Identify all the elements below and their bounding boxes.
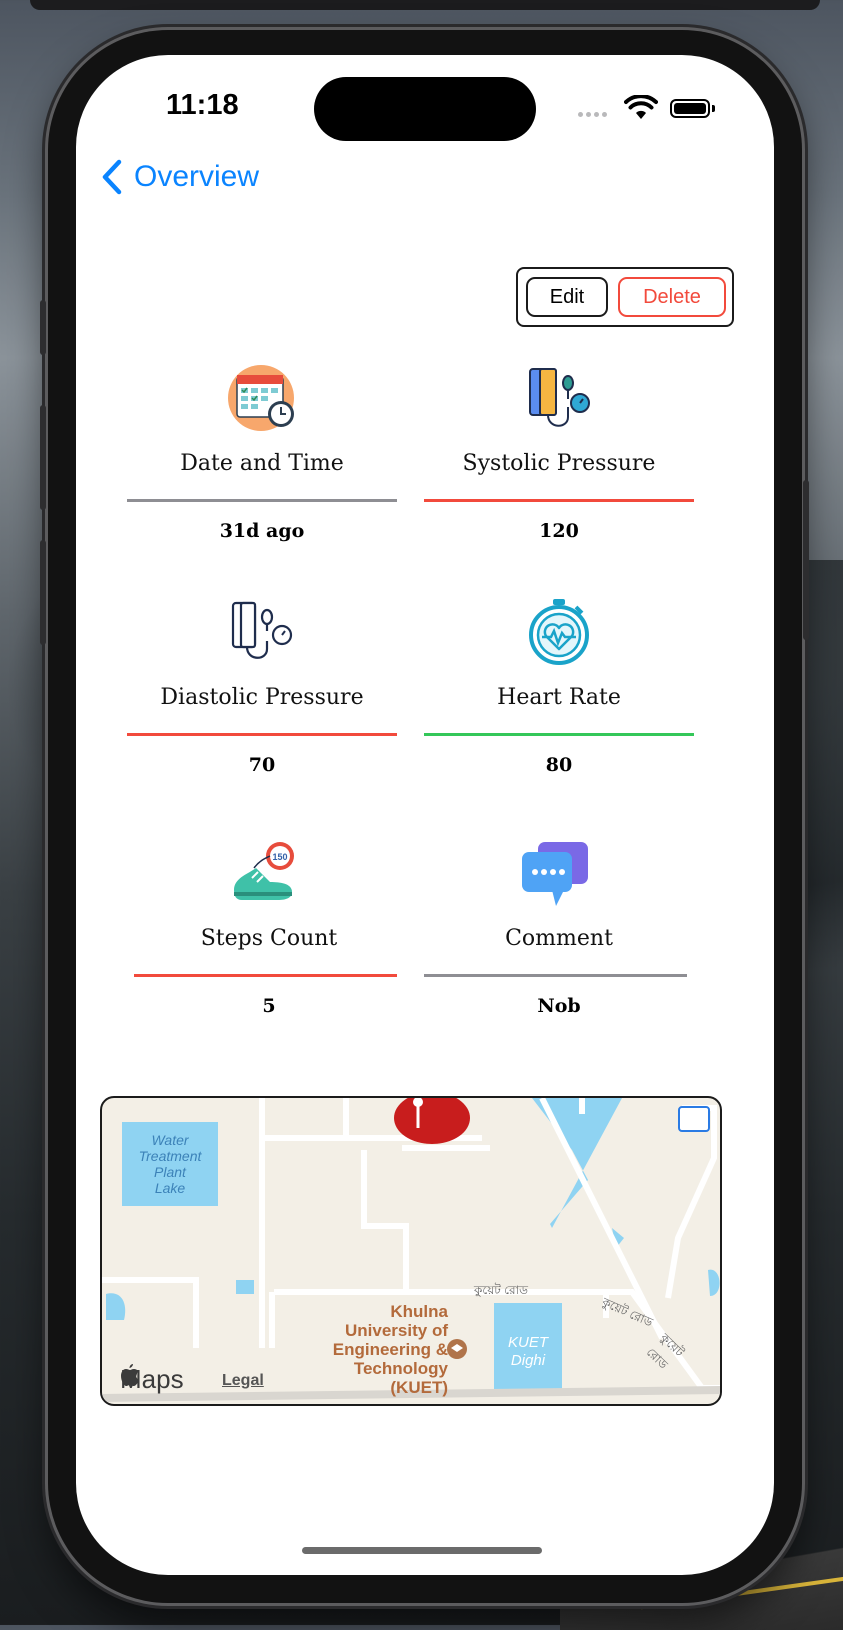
back-label: Overview	[134, 160, 260, 193]
cellular-signal-icon	[578, 112, 607, 117]
map-label-line: Plant	[154, 1164, 186, 1180]
running-shoe-icon: 150	[234, 842, 294, 900]
battery-icon	[670, 99, 710, 118]
calendar-clock-icon	[228, 365, 294, 431]
map-label-line: Lake	[154, 1180, 186, 1196]
map-label-line: Water	[151, 1132, 189, 1148]
location-map[interactable]: Water Treatment Plant Lake Khulna Univer…	[100, 1096, 722, 1406]
map-label-university: Khulna University of Engineering & Techn…	[298, 1302, 448, 1397]
metric-label: Systolic Pressure	[462, 451, 656, 476]
map-road-label: কুয়েট রোড	[474, 1283, 528, 1297]
metric-label: Diastolic Pressure	[160, 685, 364, 710]
status-time: 11:18	[166, 89, 239, 121]
volume-up-button	[40, 405, 46, 510]
map-label-line: Treatment	[138, 1148, 202, 1164]
blood-pressure-monitor-icon	[529, 368, 590, 427]
mute-switch	[40, 300, 46, 355]
map-label-lake: Water Treatment Plant Lake	[122, 1132, 218, 1196]
chevron-left-icon	[102, 159, 122, 195]
action-button-group: Edit Delete	[516, 267, 734, 327]
metric-status-line	[127, 499, 397, 502]
metric-label: Comment	[505, 926, 613, 951]
volume-down-button	[40, 540, 46, 645]
metric-status-line	[424, 499, 694, 502]
metric-status-line	[134, 974, 397, 977]
map-label-line: Technology	[353, 1359, 448, 1378]
map-label-line: University of	[345, 1321, 448, 1340]
metric-value: Nob	[537, 995, 581, 1017]
metric-status-line	[127, 733, 397, 736]
legal-link[interactable]: Legal	[222, 1372, 264, 1390]
metric-status-line	[424, 733, 694, 736]
map-label-line: Engineering &	[332, 1340, 448, 1359]
heart-rate-stopwatch-icon	[529, 599, 589, 665]
home-indicator[interactable]	[302, 1547, 542, 1554]
delete-button[interactable]: Delete	[618, 277, 726, 317]
power-button	[803, 480, 809, 640]
metric-label: Heart Rate	[497, 685, 621, 710]
back-button[interactable]: Overview	[100, 159, 259, 195]
shoe-badge-text: 150	[272, 852, 287, 862]
metric-status-line	[424, 974, 687, 977]
metric-label: Steps Count	[200, 926, 338, 951]
chat-bubbles-icon	[522, 842, 588, 906]
screen: 11:18 Overview Edit Delete Date and Time…	[76, 55, 774, 1575]
map-label-line: Khulna	[390, 1302, 448, 1321]
metric-value: 31d ago	[219, 520, 305, 542]
metric-value: 5	[262, 995, 276, 1017]
metric-value: 80	[545, 754, 573, 776]
apple-maps-logo: Maps	[120, 1364, 184, 1395]
battery-tip	[712, 105, 715, 112]
metric-value: 120	[539, 520, 579, 542]
map-label-line: KUET	[507, 1334, 548, 1351]
metric-value: 70	[248, 754, 276, 776]
metric-label: Date and Time	[180, 451, 344, 476]
map-label-line: Dighi	[510, 1352, 546, 1369]
dynamic-island	[314, 77, 536, 141]
map-mode-button[interactable]	[678, 1106, 710, 1132]
map-label-dighi: KUET Dighi	[494, 1334, 562, 1370]
apple-logo-icon	[121, 1364, 139, 1386]
background-device-edge	[30, 0, 820, 10]
map-label-line: (KUET)	[390, 1378, 448, 1397]
edit-button[interactable]: Edit	[526, 277, 608, 317]
wifi-icon	[624, 95, 658, 119]
blood-pressure-outline-icon	[231, 601, 293, 659]
